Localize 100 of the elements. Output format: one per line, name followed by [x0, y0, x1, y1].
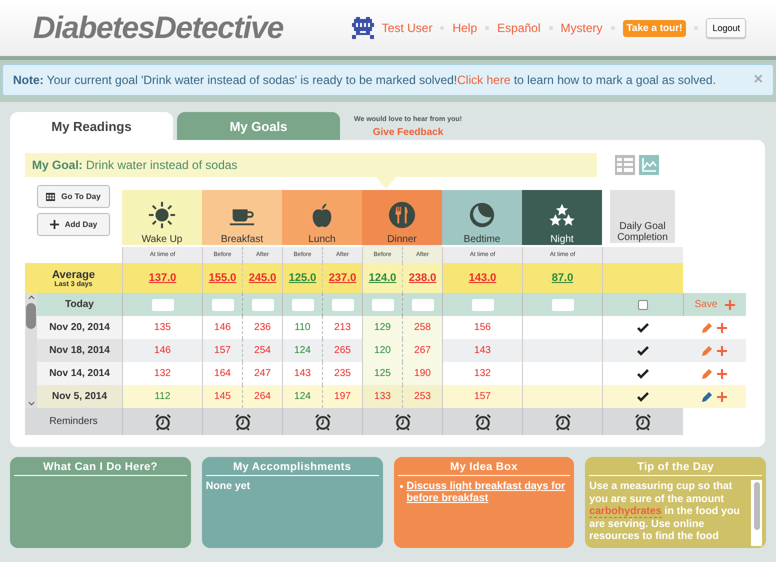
alarm-clock-icon[interactable] [394, 412, 412, 430]
reading-cell: 267 [402, 339, 442, 362]
card-title: My Accomplishments [206, 461, 378, 476]
scroll-thumb[interactable] [26, 303, 36, 329]
meal-name: Wake Up [142, 234, 182, 245]
date-cell[interactable]: Nov 14, 2014 [37, 362, 122, 385]
nav-link[interactable]: Español [497, 21, 541, 35]
add-day-button[interactable]: Add Day [37, 213, 110, 236]
logout-button[interactable]: Logout [706, 18, 746, 38]
table-view-icon[interactable] [615, 155, 635, 175]
average-value[interactable]: 87.0 [522, 263, 602, 293]
reading-cell: 112 [122, 385, 202, 408]
scrollbar[interactable] [25, 293, 37, 408]
meal-name: Dinner [387, 234, 417, 245]
tab[interactable]: My Goals [177, 112, 340, 140]
bullet-icon [400, 485, 402, 488]
reading-cell: 124 [282, 339, 322, 362]
sun-icon [148, 201, 176, 229]
average-value[interactable]: 137.0 [122, 263, 202, 293]
logo[interactable]: DiabetesDetective [33, 10, 284, 46]
calendar-icon [46, 192, 56, 201]
reading-cell: 197 [322, 385, 362, 408]
reading-cell: 143 [442, 339, 522, 362]
reading-input[interactable] [552, 298, 574, 310]
plus-icon[interactable] [717, 322, 727, 332]
reminders-label: Reminders [25, 408, 122, 435]
today-label: Today [37, 293, 122, 316]
tab[interactable]: My Readings [10, 112, 173, 140]
date-cell[interactable]: Nov 5, 2014 [37, 385, 122, 408]
plus-icon[interactable] [717, 368, 727, 378]
save-button[interactable]: Save [694, 299, 718, 310]
reading-cell: 190 [402, 362, 442, 385]
alarm-clock-icon[interactable] [474, 412, 492, 430]
meal-name: Bedtime [464, 234, 500, 245]
alarm-clock-icon[interactable] [314, 412, 332, 430]
average-value[interactable]: 124.0 [362, 263, 402, 293]
alarm-clock-icon[interactable] [154, 412, 172, 430]
reading-input[interactable] [332, 298, 354, 310]
pencil-icon[interactable] [702, 346, 712, 356]
reading-cell: 124 [282, 385, 322, 408]
date-cell[interactable]: Nov 18, 2014 [37, 339, 122, 362]
alarm-clock-icon[interactable] [554, 412, 572, 430]
moon-icon [468, 201, 496, 229]
reading-cell: 258 [402, 316, 442, 339]
note-message: Note: Your current goal 'Drink water instead of sodas' is ready to be marked solved!Click here to learn how to mark a goal as solved. [13, 73, 716, 87]
average-label: Average [52, 268, 95, 280]
tip-link[interactable]: carbohydrates [589, 505, 662, 518]
checkbox[interactable] [638, 300, 648, 310]
average-value[interactable]: 237.0 [322, 263, 362, 293]
average-value[interactable]: 245.0 [242, 263, 282, 293]
tour-button[interactable]: Take a tour! [622, 20, 686, 36]
reading-cell: 254 [242, 339, 282, 362]
reading-cell: 145 [202, 385, 242, 408]
average-value[interactable]: 143.0 [442, 263, 522, 293]
meal-name: Breakfast [220, 234, 264, 245]
reading-input[interactable] [252, 298, 274, 310]
reading-input[interactable] [412, 298, 434, 310]
card-title: What Can I Do Here? [14, 461, 187, 476]
reading-cell: 264 [242, 385, 282, 408]
meal-name: Night [550, 234, 574, 245]
average-value[interactable]: 125.0 [282, 263, 322, 293]
reading-input[interactable] [152, 298, 174, 310]
plus-icon [50, 220, 59, 229]
scrollbar[interactable] [751, 480, 762, 546]
average-value[interactable]: 238.0 [402, 263, 442, 293]
close-button[interactable]: × [754, 72, 763, 88]
nav-link[interactable]: Mystery [560, 21, 603, 35]
average-value[interactable]: 155.0 [202, 263, 242, 293]
tip-text: Use a measuring cup so that you are sure of the amount carbohydrates in the food you are serving. Use online resources to find the food [589, 480, 741, 544]
pencil-icon[interactable] [702, 368, 712, 378]
pencil-icon[interactable] [702, 322, 712, 332]
chart-view-icon[interactable] [639, 155, 659, 175]
reading-cell: 253 [402, 385, 442, 408]
reading-input[interactable] [472, 298, 494, 310]
reading-input[interactable] [292, 298, 314, 310]
card-text: None yet [206, 480, 252, 493]
idea-link[interactable]: Discuss light breakfast days for before breakfast [406, 480, 570, 504]
plus-icon[interactable] [717, 392, 727, 402]
reading-input[interactable] [372, 298, 394, 310]
plus-icon[interactable] [717, 346, 727, 356]
nav-link[interactable]: Help [452, 21, 478, 35]
reading-input[interactable] [212, 298, 234, 310]
plus-icon[interactable] [725, 300, 736, 310]
reading-cell: 125 [362, 362, 402, 385]
date-cell[interactable]: Nov 20, 2014 [37, 316, 122, 339]
user-link[interactable]: Test User [382, 21, 432, 35]
alarm-clock-icon[interactable] [234, 412, 252, 430]
reading-cell: 120 [362, 339, 402, 362]
card-title: Tip of the Day [589, 461, 762, 476]
pencil-icon[interactable] [702, 392, 712, 402]
reading-cell: 133 [362, 385, 402, 408]
pixel-character-icon [352, 17, 374, 39]
reading-cell: 129 [362, 316, 402, 339]
note-link[interactable]: Click here [457, 73, 510, 87]
goal-text: My Goal: Drink water instead of sodas [32, 158, 238, 172]
feedback-link[interactable]: Give Feedback [372, 127, 444, 138]
alarm-clock-icon[interactable] [634, 412, 652, 430]
fork-knife-icon [388, 201, 416, 229]
go-to-day-button[interactable]: Go To Day [37, 185, 110, 208]
card-title: My Idea Box [398, 461, 570, 476]
